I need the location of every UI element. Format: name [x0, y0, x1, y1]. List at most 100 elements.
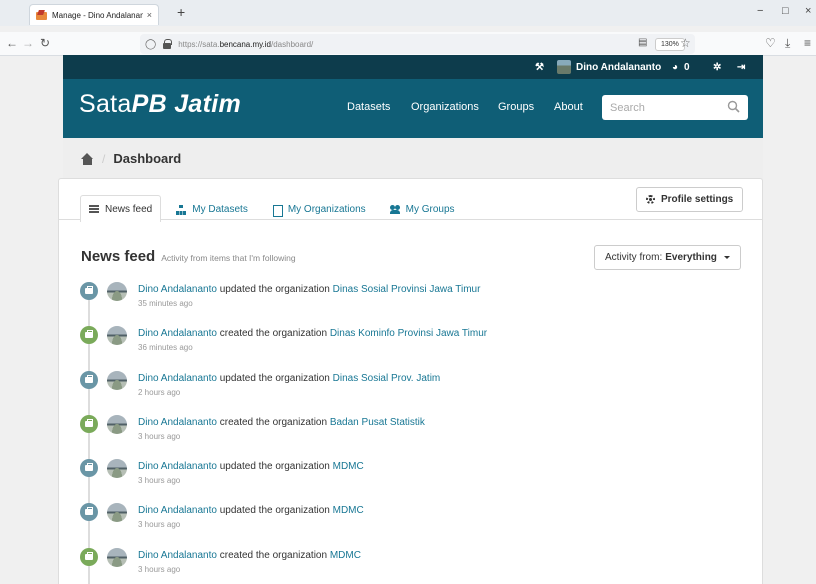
organization-link[interactable]: Badan Pusat Statistik: [330, 417, 425, 428]
search-placeholder: Search: [610, 101, 645, 114]
caret-down-icon: [723, 256, 730, 259]
activity-item: Dino Andalananto updated the organizatio…: [59, 282, 762, 326]
actor-avatar[interactable]: [107, 370, 127, 390]
account-user-name: Dino Andalananto: [576, 61, 662, 73]
navigation-toolbar: ← → ↻ ◯ https://sata.bencana.my.id/dashb…: [0, 32, 816, 56]
dashboard-card: News feed My Datasets My Organizations M…: [58, 178, 763, 584]
activity-timestamp: 3 hours ago: [138, 564, 181, 574]
actor-avatar[interactable]: [107, 547, 127, 567]
tracking-shield-icon[interactable]: ◯: [145, 39, 156, 50]
activity-text: Dino Andalananto created the organizatio…: [138, 417, 425, 428]
activity-filter-dropdown[interactable]: Activity from: Everything: [594, 245, 741, 270]
maximize-button[interactable]: □: [782, 5, 789, 17]
activity-verb: updated the organization: [219, 461, 330, 473]
site-logo[interactable]: SataPB Jatim: [79, 90, 241, 119]
favicon-icon: [36, 10, 47, 21]
forward-arrow-icon[interactable]: →: [22, 36, 34, 50]
new-tab-button[interactable]: +: [177, 4, 185, 20]
bookmark-star-icon[interactable]: ☆: [680, 36, 691, 50]
browser-tab[interactable]: Manage - Dino Andalananto - S ×: [29, 4, 159, 25]
actor-link[interactable]: Dino Andalananto: [138, 550, 217, 561]
organization-link[interactable]: Dinas Sosial Prov. Jatim: [333, 373, 441, 384]
nav-datasets[interactable]: Datasets: [347, 101, 390, 113]
browser-tab-bar: Manage - Dino Andalananto - S × + − □ ×: [0, 0, 816, 26]
lock-icon[interactable]: [162, 39, 173, 49]
tab-my-organizations[interactable]: My Organizations: [263, 196, 375, 222]
organization-link[interactable]: Dinas Kominfo Provinsi Jawa Timur: [330, 328, 487, 339]
tab-close-icon[interactable]: ×: [147, 10, 152, 20]
page-subtitle: Activity from items that I'm following: [161, 253, 296, 263]
reader-view-icon[interactable]: ▤: [638, 37, 647, 48]
pocket-icon[interactable]: ♡: [765, 36, 776, 50]
activity-item: Dino Andalananto created the organizatio…: [59, 547, 762, 584]
dashboard-card-header: News feed My Datasets My Organizations M…: [59, 179, 762, 222]
reload-icon[interactable]: ↻: [40, 36, 50, 50]
news-feed-heading: News feed Activity from items that I'm f…: [81, 248, 296, 265]
organization-link[interactable]: MDMC: [333, 505, 364, 516]
actor-avatar[interactable]: [107, 282, 127, 301]
home-icon[interactable]: [81, 152, 94, 165]
briefcase-icon: [80, 414, 98, 433]
activity-text: Dino Andalananto created the organizatio…: [138, 328, 487, 339]
search-input[interactable]: Search: [602, 95, 748, 120]
breadcrumb-dashboard[interactable]: Dashboard: [113, 151, 181, 166]
activity-text: Dino Andalananto updated the organizatio…: [138, 505, 364, 516]
nav-groups[interactable]: Groups: [498, 101, 534, 113]
user-avatar: [557, 60, 571, 74]
briefcase-icon: [80, 282, 98, 300]
actor-link[interactable]: Dino Andalananto: [138, 505, 217, 516]
activity-timestamp: 35 minutes ago: [138, 299, 193, 308]
tab-news-feed[interactable]: News feed: [80, 195, 162, 222]
actor-link[interactable]: Dino Andalananto: [138, 328, 217, 339]
settings-gear-icon[interactable]: ✲: [713, 55, 721, 79]
back-arrow-icon[interactable]: ←: [6, 36, 18, 50]
activity-text: Dino Andalananto updated the organizatio…: [138, 284, 480, 295]
nav-organizations[interactable]: Organizations: [411, 101, 479, 113]
dashboard-link[interactable]: ◕ 0: [672, 55, 690, 79]
users-icon: [389, 204, 400, 215]
nav-about[interactable]: About: [554, 101, 583, 113]
activity-item: Dino Andalananto created the organizatio…: [59, 414, 762, 459]
activity-verb: created the organization: [219, 416, 328, 428]
address-bar[interactable]: ◯ https://sata.bencana.my.id/dashboard/ …: [140, 34, 695, 54]
actor-avatar[interactable]: [107, 414, 127, 434]
close-window-button[interactable]: ×: [805, 5, 811, 17]
activity-text: Dino Andalananto updated the organizatio…: [138, 461, 364, 472]
actor-link[interactable]: Dino Andalananto: [138, 417, 217, 428]
organization-link[interactable]: MDMC: [330, 550, 361, 561]
profile-settings-button[interactable]: Profile settings: [636, 187, 744, 212]
search-icon[interactable]: [727, 100, 740, 113]
activity-item: Dino Andalananto updated the organizatio…: [59, 370, 762, 415]
logout-icon[interactable]: ⇥: [737, 55, 745, 79]
masthead: SataPB Jatim Datasets Organizations Grou…: [63, 79, 763, 138]
activity-item: Dino Andalananto updated the organizatio…: [59, 503, 762, 547]
downloads-icon[interactable]: ⤓: [785, 36, 790, 51]
actor-avatar[interactable]: [107, 503, 127, 523]
account-bar: ⚒ Dino Andalananto ◕ 0 ✲ ⇥: [63, 55, 763, 79]
tab-my-groups[interactable]: My Groups: [381, 196, 464, 222]
briefcase-icon: [80, 370, 98, 389]
organization-link[interactable]: Dinas Sosial Provinsi Jawa Timur: [333, 284, 481, 295]
tab-my-datasets[interactable]: My Datasets: [167, 196, 257, 222]
url-text: https://sata.bencana.my.id/dashboard/: [178, 39, 314, 49]
activity-verb: created the organization: [219, 549, 328, 561]
actor-link[interactable]: Dino Andalananto: [138, 284, 217, 295]
sitemap-icon: [176, 204, 187, 215]
tab-label: My Datasets: [192, 204, 248, 215]
sysadmin-hammer-icon[interactable]: ⚒: [535, 55, 544, 79]
actor-link[interactable]: Dino Andalananto: [138, 373, 217, 384]
activity-timestamp: 2 hours ago: [138, 387, 181, 397]
activity-text: Dino Andalananto updated the organizatio…: [138, 373, 440, 384]
organization-link[interactable]: MDMC: [333, 461, 364, 472]
building-icon: [272, 204, 283, 217]
minimize-button[interactable]: −: [757, 5, 763, 17]
briefcase-icon: [80, 326, 98, 345]
actor-avatar[interactable]: [107, 459, 127, 479]
account-user-link[interactable]: Dino Andalananto: [557, 55, 661, 79]
activity-stream: Dino Andalananto updated the organizatio…: [59, 282, 762, 584]
menu-icon[interactable]: ≡: [804, 36, 811, 50]
activity-verb: updated the organization: [219, 505, 330, 517]
actor-link[interactable]: Dino Andalananto: [138, 461, 217, 472]
activity-verb: created the organization: [219, 328, 328, 340]
actor-avatar[interactable]: [107, 326, 127, 346]
